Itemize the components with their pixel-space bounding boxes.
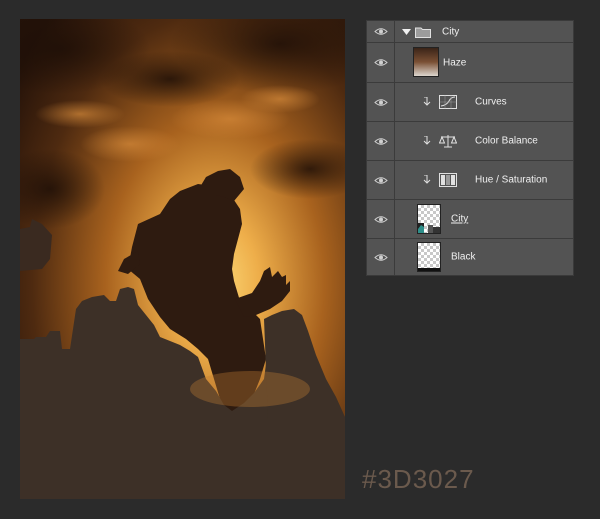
layer-city[interactable]: City — [367, 200, 573, 239]
eye-icon — [373, 98, 388, 106]
color-code-caption: #3D3027 — [362, 464, 475, 494]
thumbnail-fill-strip — [418, 268, 440, 271]
visibility-toggle-city[interactable] — [367, 200, 395, 238]
document-canvas[interactable] — [20, 19, 345, 499]
artwork-image — [20, 19, 345, 499]
eye-icon — [373, 215, 388, 223]
curves-icon — [439, 95, 457, 109]
layer-name-haze: Haze — [443, 57, 467, 68]
visibility-toggle-hue-saturation[interactable] — [367, 161, 395, 199]
eye-icon — [373, 253, 388, 261]
eye-icon — [373, 59, 388, 66]
layer-group-city[interactable]: City — [367, 21, 573, 43]
expand-triangle-icon[interactable] — [402, 29, 411, 35]
visibility-toggle-city-group[interactable] — [367, 21, 395, 42]
folder-icon — [415, 27, 431, 38]
layer-hue-saturation[interactable]: Hue / Saturation — [367, 161, 573, 200]
clipping-mask-arrow-icon — [423, 97, 431, 106]
eye-icon — [373, 28, 388, 35]
layer-mask-thumbnail — [418, 223, 440, 233]
layer-name-hue-saturation: Hue / Saturation — [475, 174, 548, 186]
eye-icon — [373, 176, 388, 184]
clipping-mask-arrow-icon — [423, 136, 431, 145]
layer-curves[interactable]: Curves — [367, 83, 573, 122]
visibility-toggle-haze[interactable] — [367, 43, 395, 82]
layer-thumbnail-city — [417, 204, 441, 234]
layer-haze[interactable]: Haze — [367, 43, 573, 83]
clipping-mask-arrow-icon — [423, 175, 431, 184]
layer-name-curves: Curves — [475, 96, 507, 108]
layer-name-city-group: City — [442, 26, 460, 37]
hue-saturation-icon — [439, 173, 457, 187]
layers-panel: City Haze Curves Color Balance Hue / Sat… — [366, 20, 574, 276]
layer-name-color-balance: Color Balance — [475, 135, 538, 147]
layer-thumbnail-haze — [413, 47, 439, 77]
visibility-toggle-black[interactable] — [367, 239, 395, 275]
eye-icon — [373, 137, 388, 145]
layer-black[interactable]: Black — [367, 239, 573, 275]
layer-name-city: City — [451, 213, 469, 225]
layer-color-balance[interactable]: Color Balance — [367, 122, 573, 161]
visibility-toggle-curves[interactable] — [367, 83, 395, 121]
layer-name-black: Black — [451, 251, 476, 263]
color-balance-icon — [439, 135, 457, 148]
layer-thumbnail-black — [417, 242, 441, 272]
visibility-toggle-color-balance[interactable] — [367, 122, 395, 160]
